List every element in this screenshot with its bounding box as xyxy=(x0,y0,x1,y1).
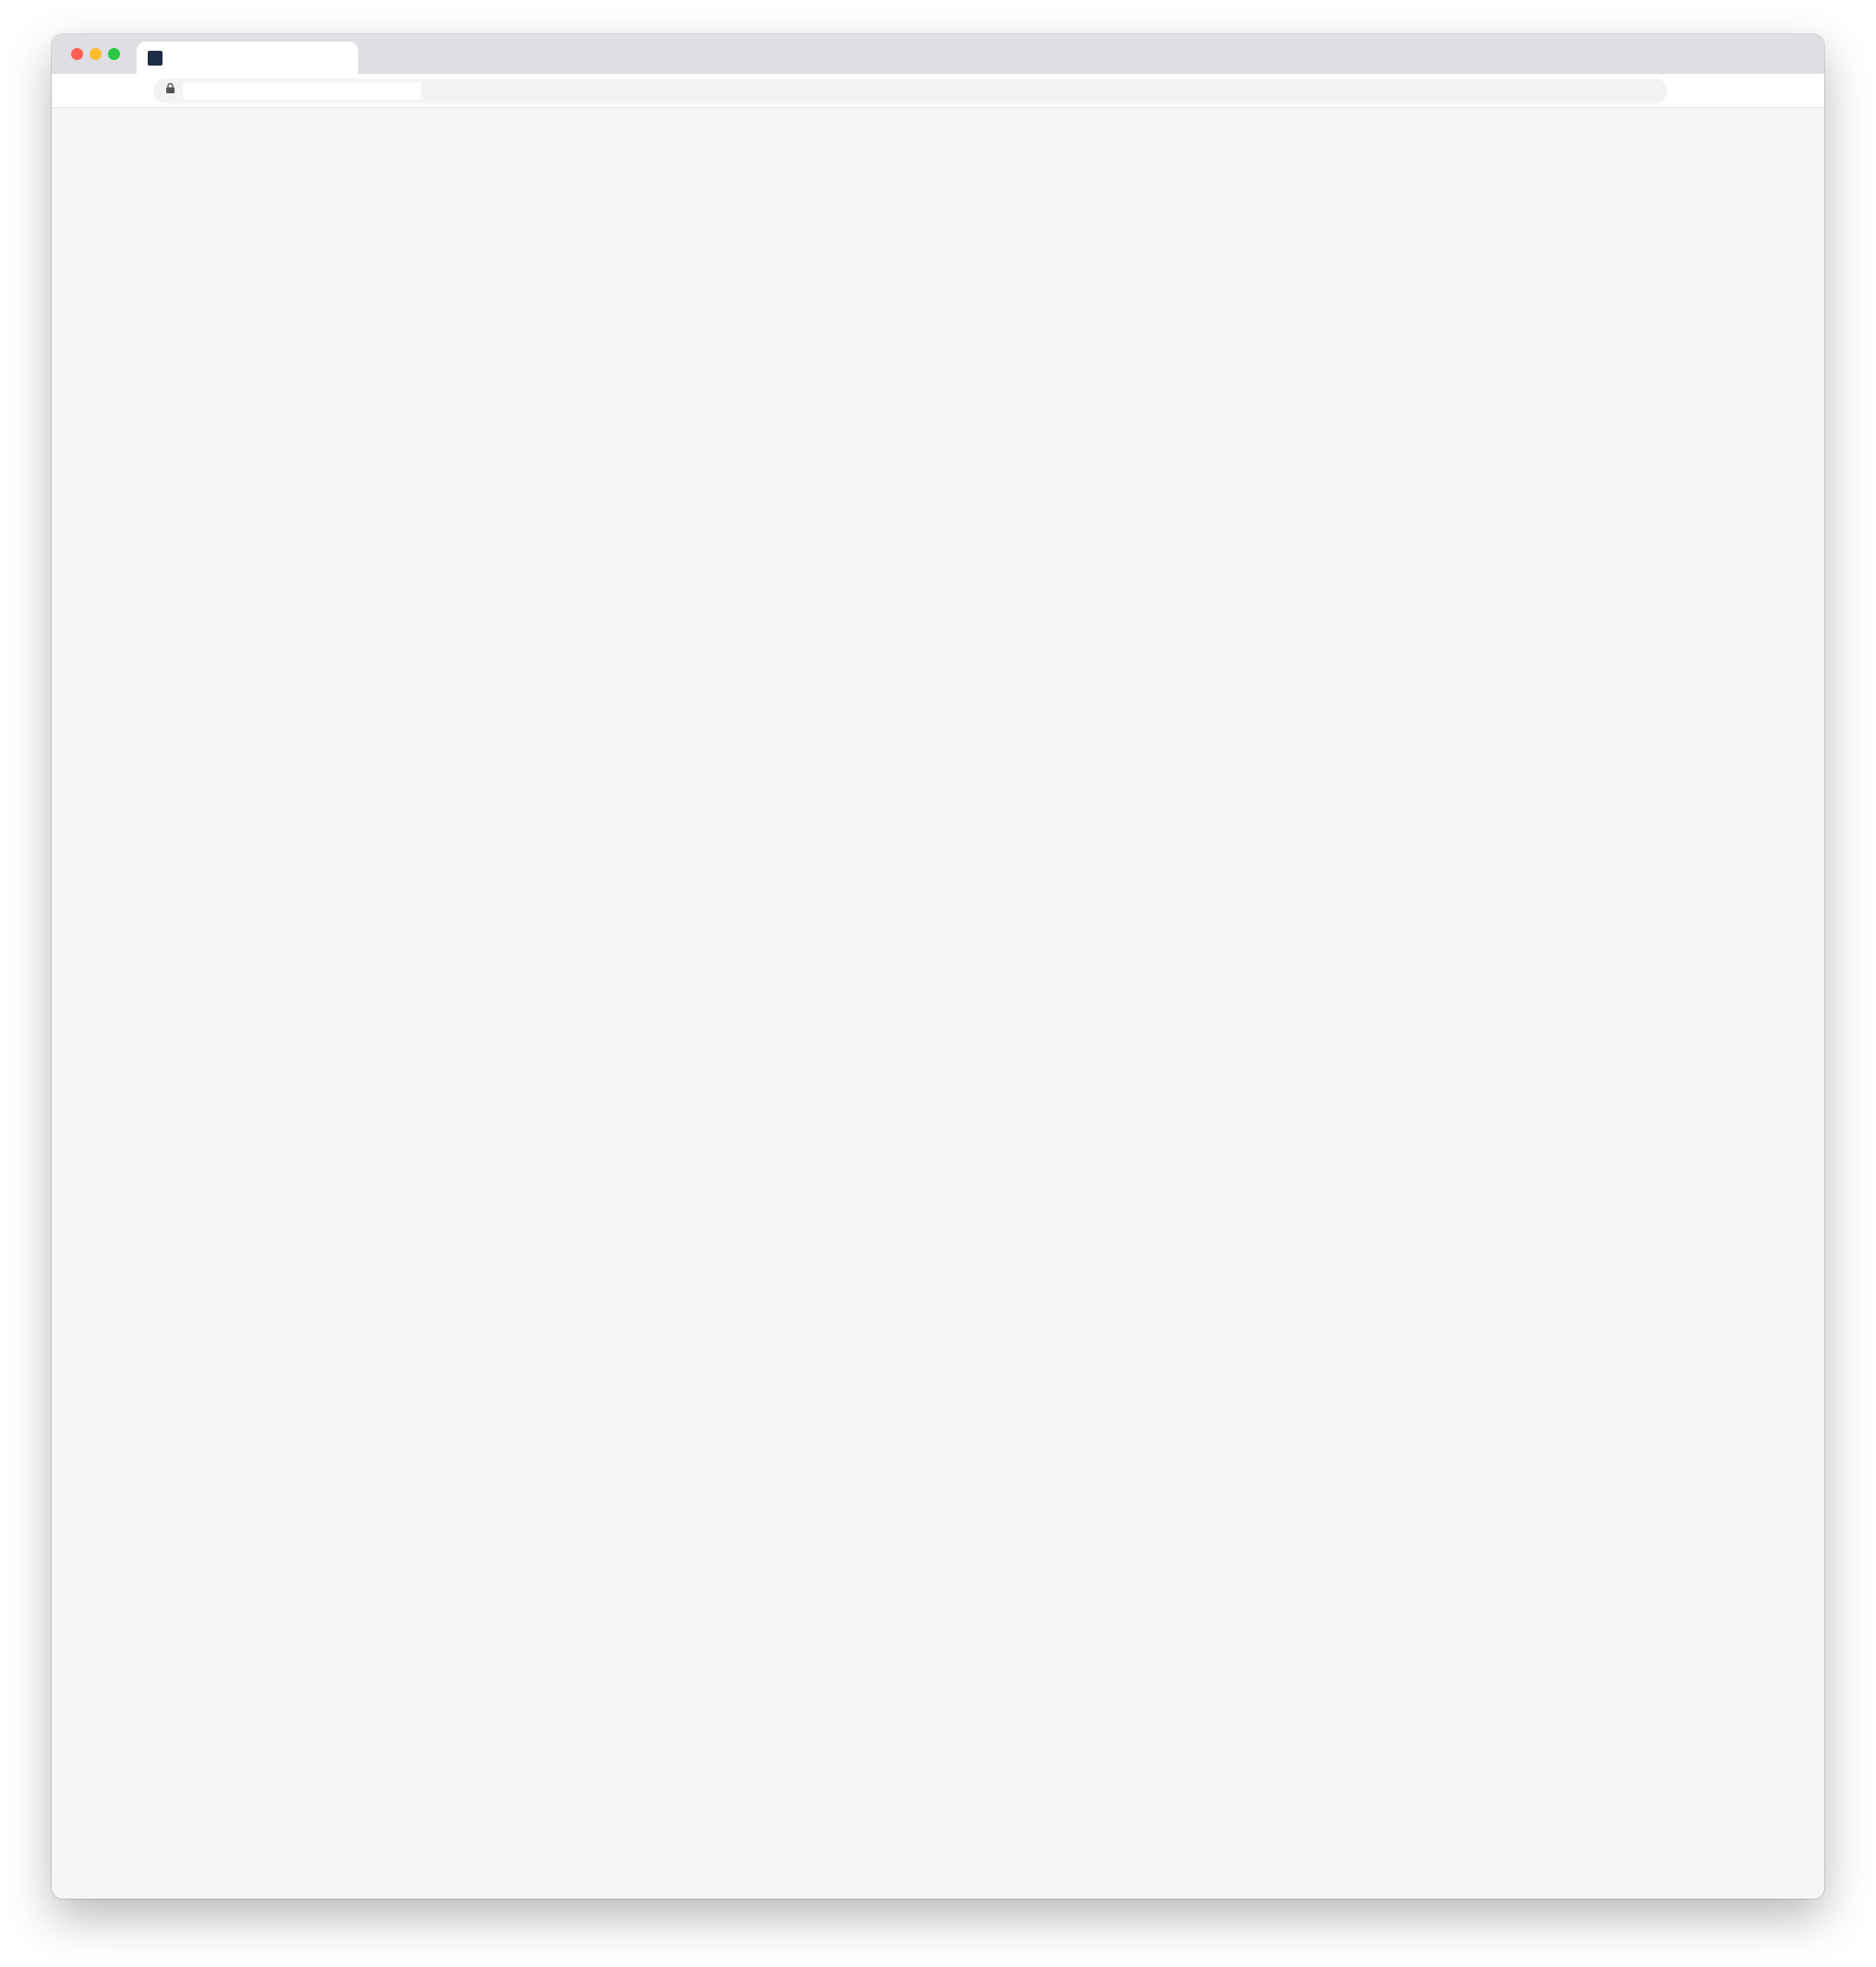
browser-toolbar xyxy=(52,74,1824,108)
address-bar[interactable] xyxy=(153,78,1667,103)
minimize-window-button[interactable] xyxy=(90,48,102,60)
url-redacted xyxy=(183,82,421,100)
browser-tab-active[interactable] xyxy=(137,42,358,74)
favicon-icon xyxy=(148,50,162,66)
maximize-window-button[interactable] xyxy=(108,48,120,60)
browser-window xyxy=(52,34,1824,1899)
close-window-button[interactable] xyxy=(71,48,83,60)
lock-icon[interactable] xyxy=(166,82,174,96)
browser-tab-bar xyxy=(52,34,1824,74)
